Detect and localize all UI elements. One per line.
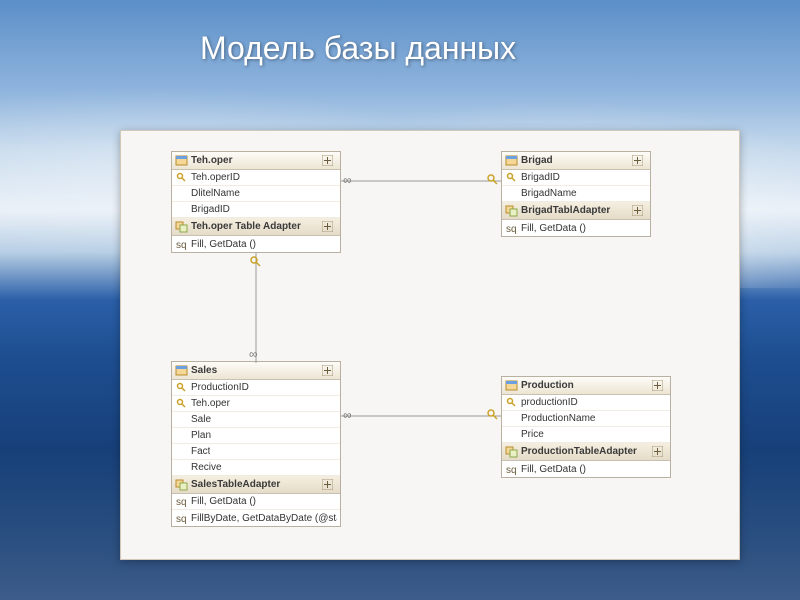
expand-icon[interactable] <box>321 220 334 233</box>
column-row: BrigadName <box>502 186 650 202</box>
relation-cap-key-icon <box>486 173 500 187</box>
column-icon <box>175 203 188 216</box>
key-icon <box>175 381 188 394</box>
entity-title: Brigad <box>521 155 631 166</box>
adapter-icon <box>175 478 188 491</box>
svg-text:∞: ∞ <box>249 347 258 361</box>
method-row: sql Fill, GetData () <box>172 494 340 510</box>
column-row: Sale <box>172 412 340 428</box>
page-title: Модель базы данных <box>200 30 516 67</box>
method-icon: sql <box>175 238 188 251</box>
column-row: Fact <box>172 444 340 460</box>
column-row: ProductionName <box>502 411 670 427</box>
method-row: sql Fill, GetData () <box>502 220 650 236</box>
column-row: Teh.oper <box>172 396 340 412</box>
column-icon <box>505 187 518 200</box>
method-icon: sql <box>505 463 518 476</box>
relation-cap-key-icon <box>249 255 263 269</box>
expand-icon[interactable] <box>321 478 334 491</box>
relation-cap-many-icon: ∞ <box>343 173 357 187</box>
entity-header: Sales <box>172 362 340 380</box>
adapter-title: BrigadTablAdapter <box>521 205 631 216</box>
relation-cap-key-icon <box>486 408 500 422</box>
column-row: BrigadID <box>502 170 650 186</box>
column-icon <box>505 412 518 425</box>
expand-icon[interactable] <box>321 364 334 377</box>
adapter-title: SalesTableAdapter <box>191 479 321 490</box>
entity-title: Production <box>521 380 651 391</box>
column-row: productionID <box>502 395 670 411</box>
adapter-header: Teh.oper Table Adapter <box>172 218 340 236</box>
svg-text:sql: sql <box>176 497 187 507</box>
table-icon <box>505 379 518 392</box>
relation-cap-many-icon: ∞ <box>343 408 357 422</box>
key-icon <box>505 171 518 184</box>
entity-title: Teh.oper <box>191 155 321 166</box>
adapter-icon <box>175 220 188 233</box>
method-row: sql FillByDate, GetDataByDate (@startDat… <box>172 510 340 526</box>
svg-text:sql: sql <box>506 465 517 475</box>
column-icon <box>175 413 188 426</box>
entity-tehoper[interactable]: Teh.oper Teh.operID DlitelName BrigadID … <box>171 151 341 253</box>
method-row: sql Fill, GetData () <box>502 461 670 477</box>
entity-brigad[interactable]: Brigad BrigadID BrigadName BrigadTablAda… <box>501 151 651 237</box>
table-icon <box>505 154 518 167</box>
expand-icon[interactable] <box>651 445 664 458</box>
adapter-icon <box>505 445 518 458</box>
key-icon <box>175 171 188 184</box>
adapter-header: ProductionTableAdapter <box>502 443 670 461</box>
entity-header: Teh.oper <box>172 152 340 170</box>
entity-header: Brigad <box>502 152 650 170</box>
svg-text:sql: sql <box>506 224 517 234</box>
key-icon <box>505 396 518 409</box>
column-icon <box>175 187 188 200</box>
adapter-title: ProductionTableAdapter <box>521 446 651 457</box>
column-row: ProductionID <box>172 380 340 396</box>
adapter-icon <box>505 204 518 217</box>
entity-production[interactable]: Production productionID ProductionName P… <box>501 376 671 478</box>
relation-tehoper-brigad <box>341 171 501 191</box>
column-row: BrigadID <box>172 202 340 218</box>
table-icon <box>175 154 188 167</box>
svg-text:∞: ∞ <box>343 173 352 187</box>
column-row: DlitelName <box>172 186 340 202</box>
adapter-title: Teh.oper Table Adapter <box>191 221 321 232</box>
method-row: sql Fill, GetData () <box>172 236 340 252</box>
column-row: Recive <box>172 460 340 476</box>
method-icon: sql <box>175 495 188 508</box>
diagram-canvas: Teh.oper Teh.operID DlitelName BrigadID … <box>120 130 740 560</box>
entity-sales[interactable]: Sales ProductionID Teh.oper Sale Plan Fa… <box>171 361 341 527</box>
column-icon <box>175 461 188 474</box>
adapter-header: BrigadTablAdapter <box>502 202 650 220</box>
entity-header: Production <box>502 377 670 395</box>
column-row: Teh.operID <box>172 170 340 186</box>
column-row: Plan <box>172 428 340 444</box>
expand-icon[interactable] <box>651 379 664 392</box>
entity-title: Sales <box>191 365 321 376</box>
svg-text:∞: ∞ <box>343 408 352 422</box>
adapter-header: SalesTableAdapter <box>172 476 340 494</box>
method-icon: sql <box>175 512 188 525</box>
table-icon <box>175 364 188 377</box>
column-icon <box>175 429 188 442</box>
column-icon <box>505 428 518 441</box>
expand-icon[interactable] <box>631 204 644 217</box>
expand-icon[interactable] <box>321 154 334 167</box>
svg-text:sql: sql <box>176 514 187 524</box>
relation-cap-many-icon: ∞ <box>249 347 263 361</box>
column-row: Price <box>502 427 670 443</box>
svg-text:sql: sql <box>176 240 187 250</box>
expand-icon[interactable] <box>631 154 644 167</box>
key-icon <box>175 397 188 410</box>
relation-sales-production <box>341 406 501 426</box>
column-icon <box>175 445 188 458</box>
method-icon: sql <box>505 222 518 235</box>
